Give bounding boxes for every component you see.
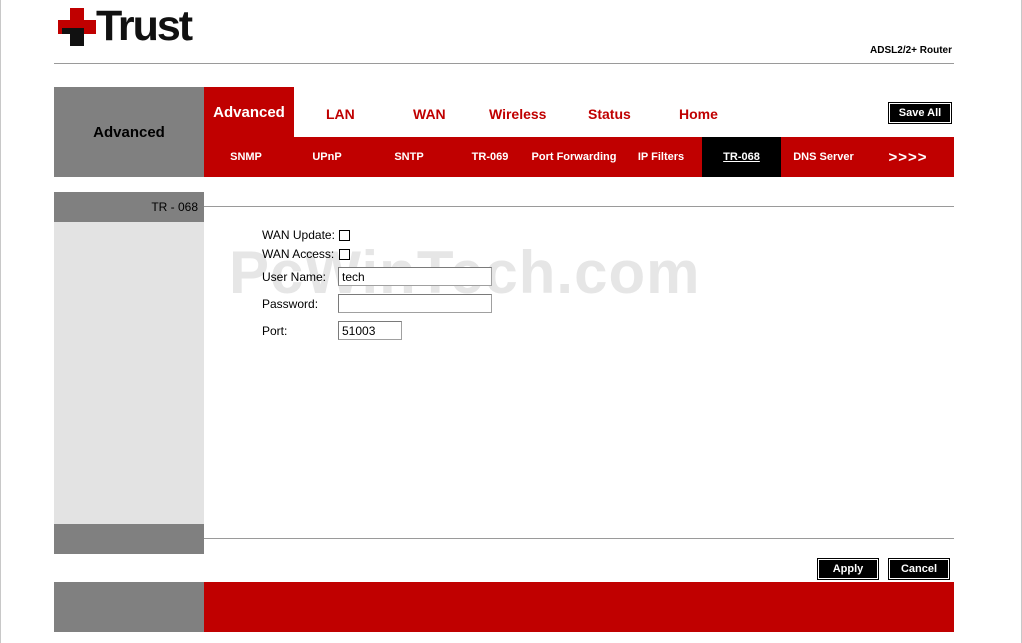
wan-update-label: WAN Update: [262, 228, 335, 242]
subnav-item-sntp[interactable]: SNTP [366, 137, 452, 177]
content-top-divider [204, 206, 954, 207]
product-name: ADSL2/2+ Router [870, 45, 952, 56]
subnav-item-tr069[interactable]: TR-069 [452, 137, 528, 177]
sidebar-heading: TR - 068 [54, 192, 204, 222]
wan-update-checkbox[interactable] [339, 230, 350, 241]
cancel-button[interactable]: Cancel [888, 558, 950, 580]
nav-item-advanced[interactable]: Advanced [204, 87, 294, 137]
brand-name: Trust [96, 2, 193, 50]
header-divider [54, 63, 954, 64]
footer-side-bar [54, 582, 204, 632]
user-name-label: User Name: [262, 270, 327, 284]
nav-item-status[interactable]: Status [588, 106, 631, 122]
user-name-field[interactable]: tech [338, 267, 492, 286]
sidebar [54, 192, 204, 554]
wan-access-checkbox[interactable] [339, 249, 350, 260]
subnav-item-port-forwarding[interactable]: Port Forwarding [528, 137, 620, 177]
nav-item-home[interactable]: Home [679, 106, 718, 122]
nav-item-wan[interactable]: WAN [413, 106, 446, 122]
subnav-item-snmp[interactable]: SNMP [204, 137, 288, 177]
subnav-item-dns-server[interactable]: DNS Server [781, 137, 866, 177]
content-bottom-divider [204, 538, 954, 539]
trust-logo: Trust [58, 2, 208, 50]
subnav-more-button[interactable]: >>>> [866, 137, 950, 177]
subnav-item-tr068[interactable]: TR-068 [702, 137, 781, 177]
section-title: Advanced [54, 87, 204, 177]
footer-bar [204, 582, 954, 632]
sidebar-footer [54, 524, 204, 554]
trust-logo-icon [58, 8, 96, 46]
apply-button[interactable]: Apply [817, 558, 879, 580]
nav-item-wireless[interactable]: Wireless [489, 106, 546, 122]
wan-access-label: WAN Access: [262, 247, 335, 261]
port-field[interactable]: 51003 [338, 321, 402, 340]
sub-navigation: SNMP UPnP SNTP TR-069 Port Forwarding IP… [204, 137, 954, 177]
subnav-item-ip-filters[interactable]: IP Filters [620, 137, 702, 177]
password-label: Password: [262, 297, 319, 311]
save-all-button[interactable]: Save All [888, 102, 952, 124]
nav-item-lan[interactable]: LAN [326, 106, 355, 122]
password-field[interactable] [338, 294, 492, 313]
subnav-item-upnp[interactable]: UPnP [288, 137, 366, 177]
port-label: Port: [262, 324, 288, 338]
